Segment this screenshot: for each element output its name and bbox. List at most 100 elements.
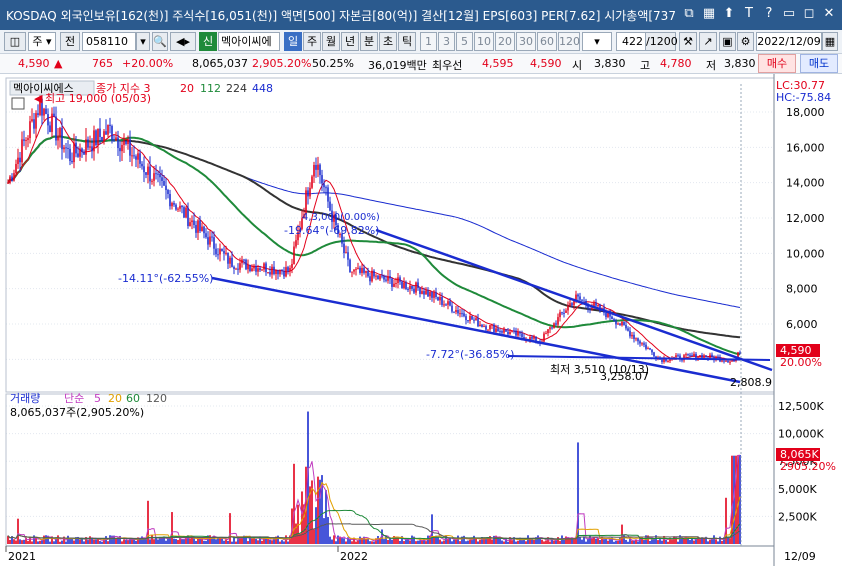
candle-body [619, 323, 621, 326]
period-minute[interactable]: 분 [360, 32, 378, 51]
volume-bar [631, 540, 633, 544]
help-icon[interactable]: ? [760, 4, 778, 24]
interval-20[interactable]: 20 [495, 32, 515, 51]
interval-30[interactable]: 30 [516, 32, 536, 51]
market-select[interactable]: 주 ▾ [28, 32, 56, 51]
date-input[interactable]: 2022/12/09 [756, 32, 822, 51]
period-year[interactable]: 년 [341, 32, 359, 51]
restore-icon[interactable]: ⧉ [680, 4, 698, 24]
maximize-icon[interactable]: ◻ [800, 4, 818, 24]
volume-bar [627, 541, 629, 544]
volume-bar [109, 535, 111, 544]
candle-body [497, 328, 499, 332]
period-month[interactable]: 월 [322, 32, 340, 51]
volume-bar [573, 539, 575, 544]
period-day[interactable]: 일 [284, 32, 302, 51]
save-icon[interactable]: ▣ [719, 32, 736, 51]
buy-order-button[interactable]: 매수 [758, 54, 796, 73]
candle-body [149, 166, 151, 182]
candle-body [355, 268, 357, 270]
candle-body [393, 283, 395, 287]
candle-body [267, 272, 269, 274]
pct-tag-text: 20.00% [780, 356, 822, 369]
interval-3[interactable]: 3 [438, 32, 455, 51]
grid-icon[interactable]: ▦ [700, 4, 718, 24]
font-size-icon[interactable]: T [740, 4, 758, 24]
interval-1[interactable]: 1 [420, 32, 437, 51]
candle-body [289, 267, 291, 272]
interval-10[interactable]: 10 [474, 32, 494, 51]
vol-ma-legend-20: 20 [108, 392, 122, 405]
candle-body [153, 173, 155, 181]
code-dropdown-icon[interactable]: ▾ [136, 32, 150, 51]
candle-body [649, 348, 651, 350]
candle-body [711, 354, 713, 358]
volume-bar [717, 541, 719, 544]
x-label-2021: 2021 [8, 550, 36, 563]
price-y-tick: 12,000 [786, 212, 825, 225]
candle-body [311, 176, 313, 188]
search-icon[interactable]: 🔍 [152, 32, 168, 51]
volume-bar [499, 538, 501, 544]
minimize-icon[interactable]: ▭ [780, 4, 798, 24]
candle-body [321, 175, 323, 184]
volume-bar [457, 535, 459, 544]
volume-bar [699, 539, 701, 544]
volume-current: 8,065,037주(2,905.20%) [10, 406, 144, 419]
indicator-icon[interactable]: ⚒ [679, 32, 697, 51]
volume-bar [329, 536, 331, 544]
sell-order-button[interactable]: 매도 [800, 54, 838, 73]
interval-dropdown-icon[interactable]: ▾ [582, 32, 612, 51]
candle-body [709, 354, 711, 359]
candle-body [237, 268, 239, 270]
count-input[interactable]: 422 [616, 32, 646, 51]
volume-bar [479, 539, 481, 544]
volume-bar [245, 537, 247, 544]
stock-chart[interactable]: 멕아이씨에스 종가 지수 3 20 112 224 448 최고 19,000 … [0, 74, 842, 566]
candle-body [389, 276, 391, 279]
interval-5[interactable]: 5 [456, 32, 473, 51]
sound-icon[interactable]: ◀▸ [170, 32, 196, 51]
prev-button[interactable]: 전 [60, 32, 80, 51]
open-label: 시 [572, 59, 583, 72]
volume-bar [737, 454, 739, 544]
close-icon[interactable]: ✕ [820, 4, 838, 24]
candle-body [85, 139, 87, 155]
volume-bar [541, 539, 543, 544]
volume-bar [157, 539, 159, 544]
interval-120[interactable]: 120 [558, 32, 580, 51]
volume-bar [57, 535, 59, 544]
candle-body [19, 157, 21, 163]
volume-bar [667, 541, 669, 544]
period-week[interactable]: 주 [303, 32, 321, 51]
interval-60[interactable]: 60 [537, 32, 557, 51]
volume-bar [491, 539, 493, 544]
candle-body [295, 240, 297, 247]
candle-body [63, 147, 65, 150]
draw-tool-icon[interactable]: ↗ [699, 32, 717, 51]
candle-body [605, 312, 607, 318]
candle-body [379, 275, 381, 280]
calendar-icon[interactable]: ▦ [822, 32, 838, 51]
stock-code-input[interactable]: 058110 [82, 32, 136, 51]
candle-body [233, 266, 235, 269]
candle-body [485, 326, 487, 330]
candle-body [533, 336, 535, 339]
candle-body [399, 277, 401, 282]
period-second[interactable]: 초 [379, 32, 397, 51]
candle-body [727, 360, 729, 363]
pin-icon[interactable]: ⬆ [720, 4, 738, 24]
candle-body [55, 116, 57, 141]
volume-bar [643, 540, 645, 544]
candle-body [493, 324, 495, 332]
period-tick[interactable]: 틱 [398, 32, 416, 51]
volume-bar [487, 538, 489, 544]
layout-toggle-icon[interactable]: ◫ [4, 32, 26, 51]
candle-body [203, 226, 205, 234]
candle-body [29, 121, 31, 139]
volume-bar [607, 540, 609, 544]
volume-bar [165, 540, 167, 544]
table-toggle-icon[interactable] [11, 97, 25, 110]
volume-bar [649, 540, 651, 544]
settings-icon[interactable]: ⚙ [737, 32, 754, 51]
